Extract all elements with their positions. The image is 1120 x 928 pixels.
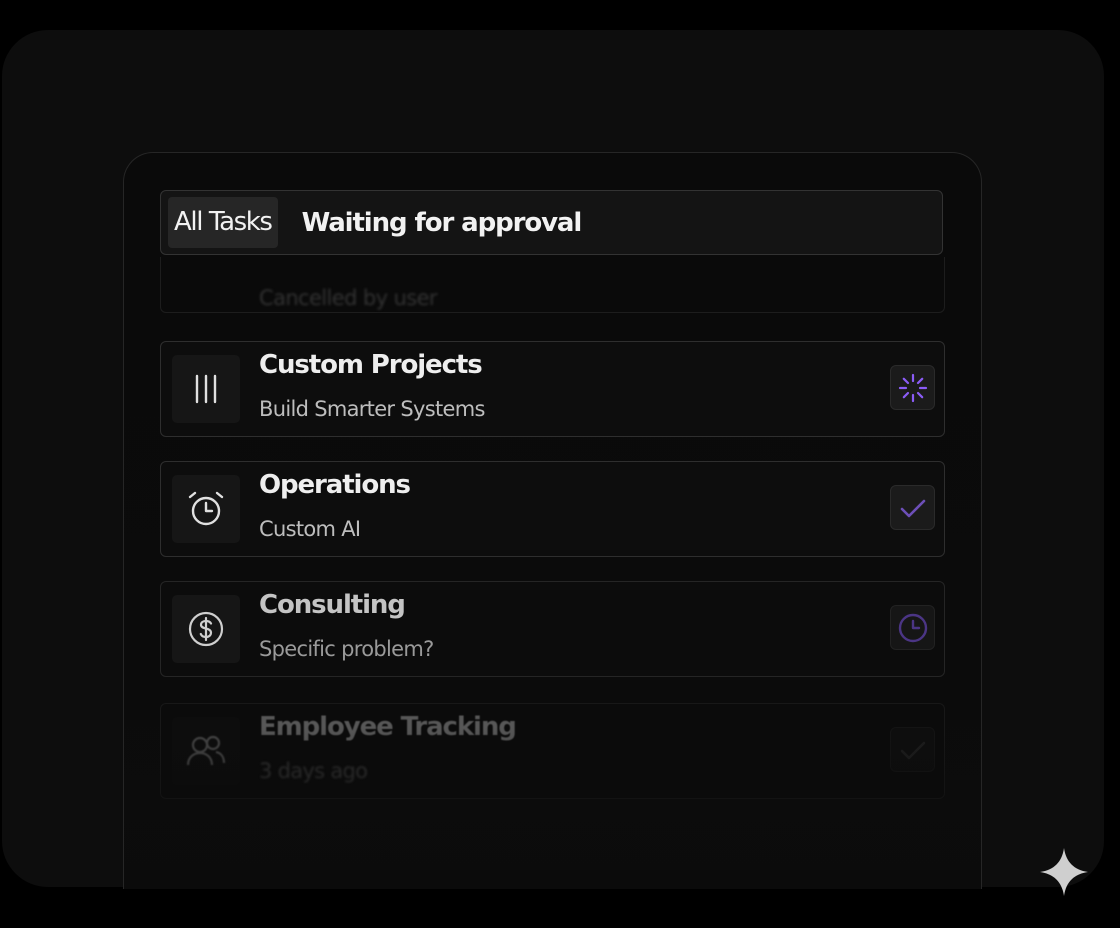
list-item-operations[interactable]: Operations Custom AI (160, 461, 945, 557)
list-item-subtitle: Specific problem? (259, 637, 434, 661)
list-item-subtitle: Custom AI (259, 517, 361, 541)
users-icon (172, 717, 240, 785)
list-item-title: Employee Tracking (259, 712, 517, 742)
tab-bar: All Tasks Waiting for approval (160, 190, 943, 255)
loading-spinner-icon (890, 365, 935, 410)
checkmark-icon (890, 485, 935, 530)
list-item-subtitle: Build Smarter Systems (259, 397, 485, 421)
tasks-panel: All Tasks Waiting for approval Cancelled… (123, 152, 982, 889)
sparkle-icon (1040, 848, 1088, 896)
list-item-cancelled: Cancelled by user (160, 257, 945, 313)
clock-icon (890, 605, 935, 650)
list-item-employee-tracking[interactable]: Employee Tracking 3 days ago (160, 703, 945, 799)
list-item-title: Custom Projects (259, 350, 483, 380)
dollar-circle-icon (172, 595, 240, 663)
checkmark-icon (890, 727, 935, 772)
columns-icon (172, 355, 240, 423)
alarm-clock-icon (172, 475, 240, 543)
list-item-subtitle: Cancelled by user (259, 286, 438, 310)
task-list[interactable]: Cancelled by user Custom Projects Build … (124, 257, 981, 889)
list-item-custom-projects[interactable]: Custom Projects Build Smarter Systems (160, 341, 945, 437)
tab-all-tasks[interactable]: All Tasks (168, 197, 278, 248)
tab-waiting-for-approval[interactable]: Waiting for approval (302, 208, 583, 238)
list-item-subtitle: 3 days ago (259, 759, 368, 783)
list-item-title: Consulting (259, 590, 406, 620)
list-item-title: Operations (259, 470, 411, 500)
list-item-consulting[interactable]: Consulting Specific problem? (160, 581, 945, 677)
